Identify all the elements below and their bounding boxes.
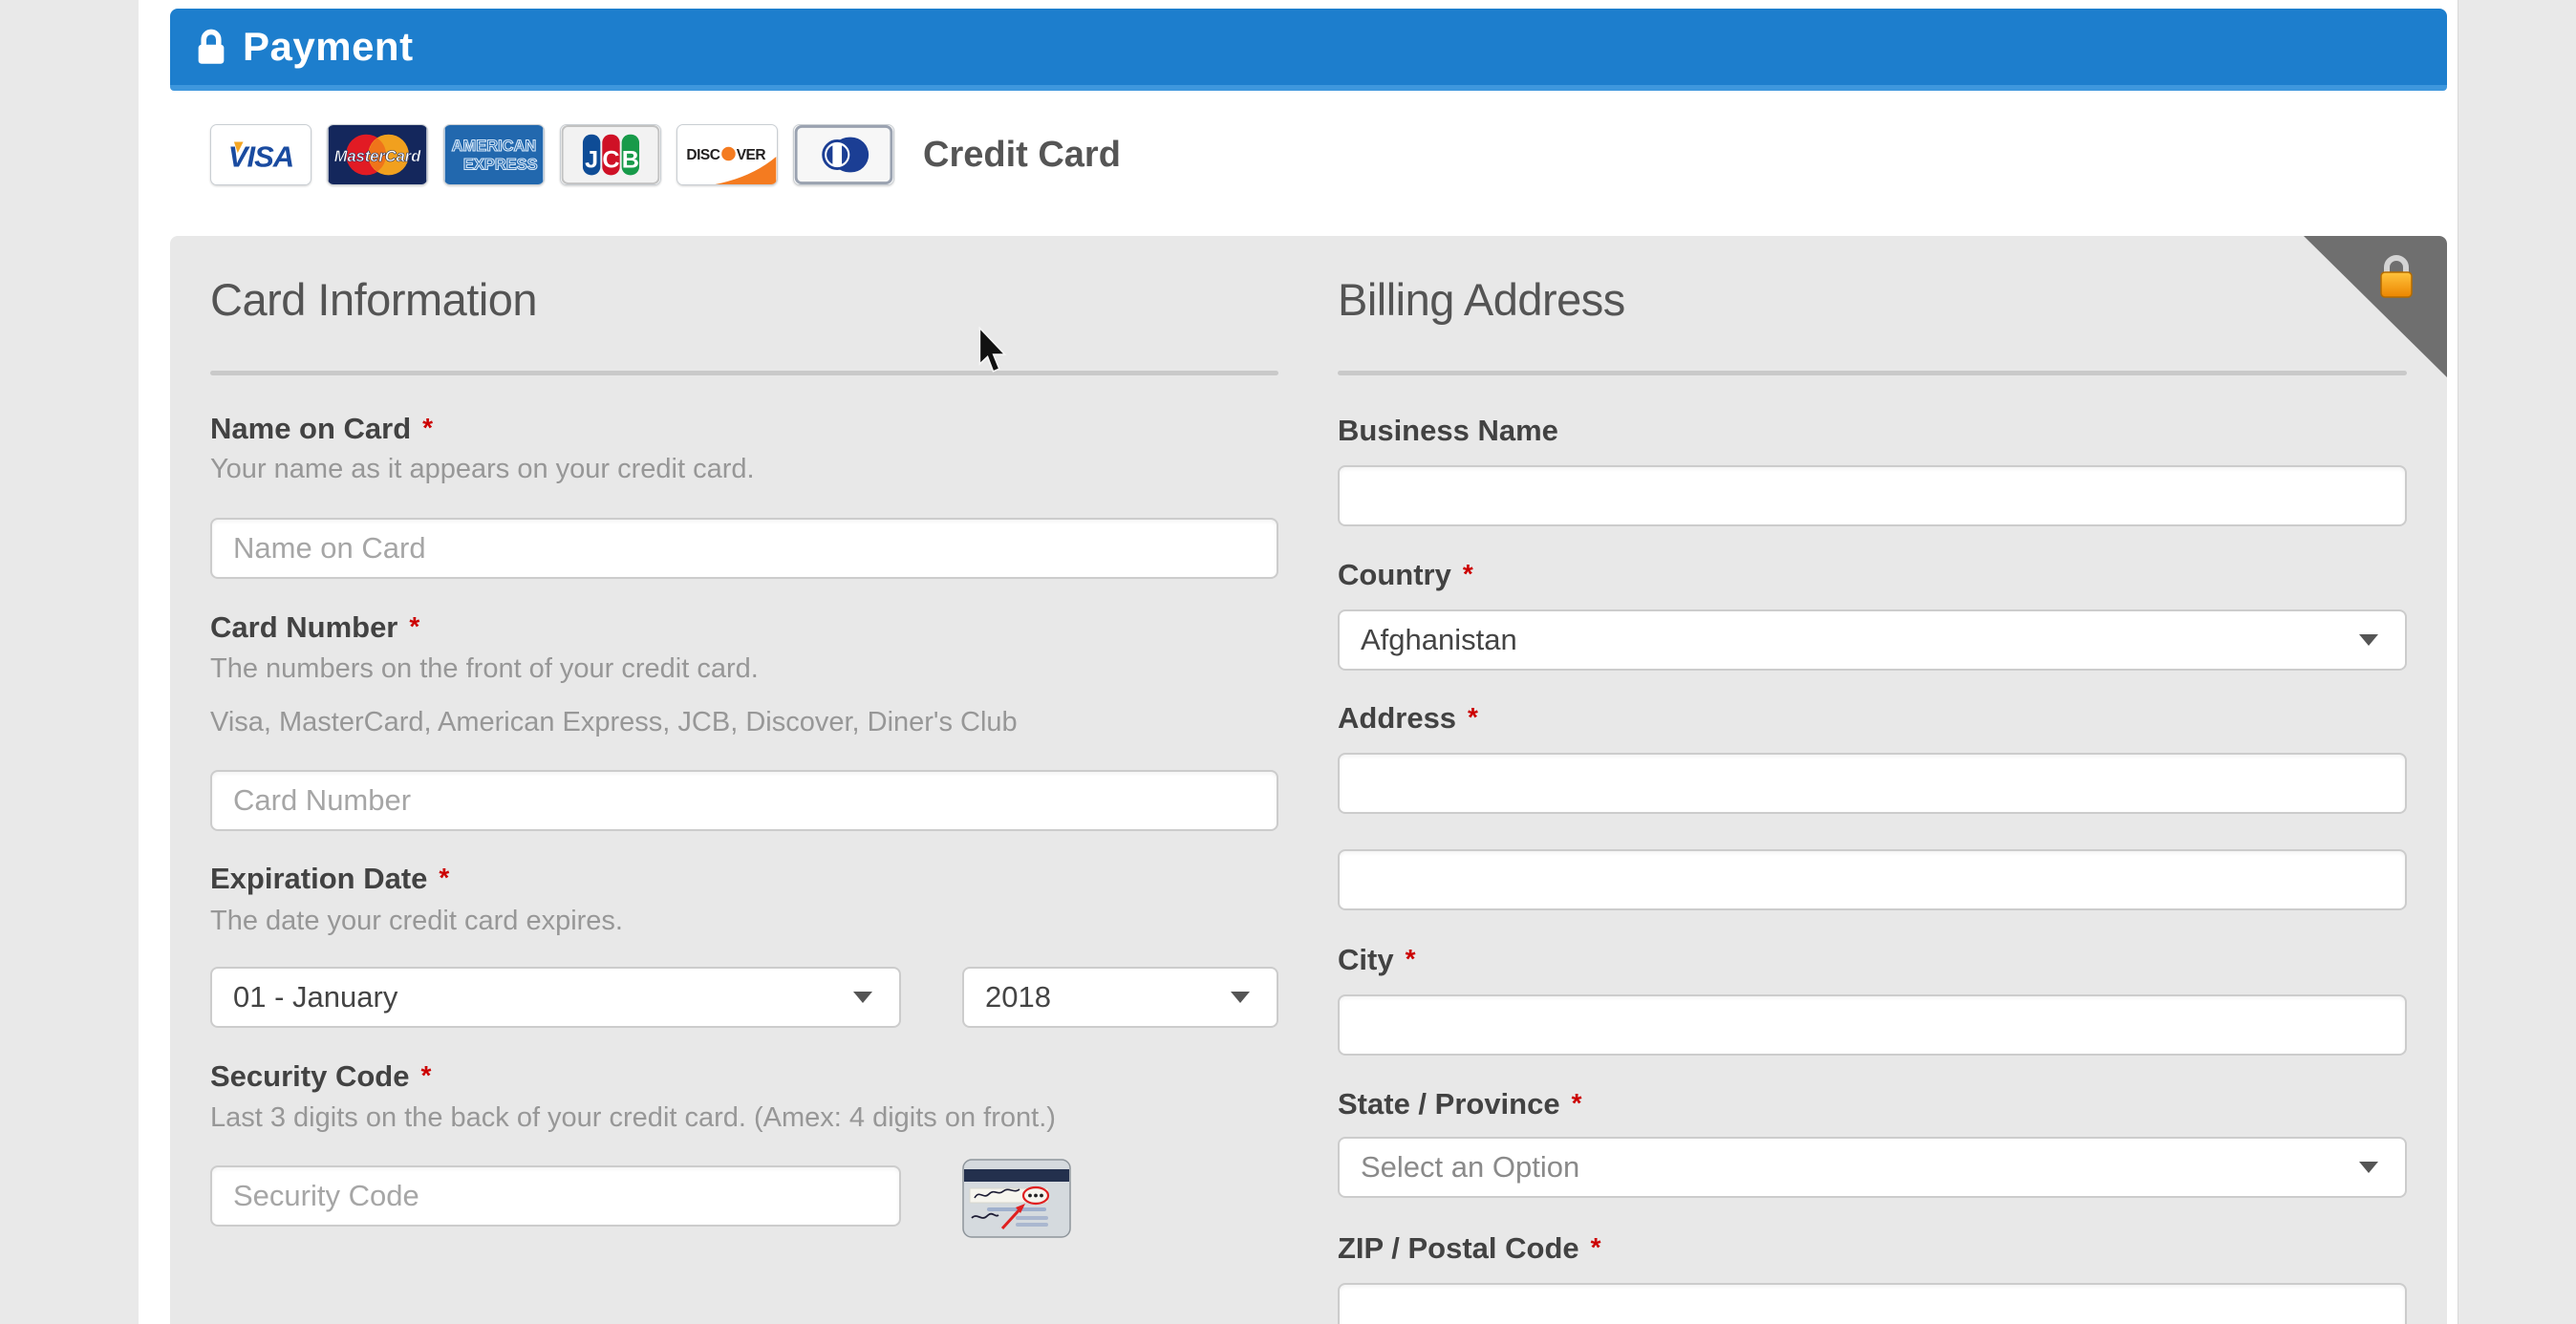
mastercard-icon: MasterCard	[327, 124, 428, 185]
required-asterisk: *	[439, 863, 450, 892]
required-asterisk: *	[409, 611, 420, 641]
business-name-input[interactable]	[1338, 465, 2407, 526]
payment-header: Payment	[170, 9, 2447, 91]
required-asterisk: *	[1462, 559, 1473, 588]
address-line2-input[interactable]	[1338, 849, 2407, 910]
credit-card-label: Credit Card	[923, 134, 1121, 175]
divider	[1338, 371, 2407, 375]
visa-icon: VISA	[210, 124, 311, 185]
svg-text:AMERICAN: AMERICAN	[452, 138, 537, 155]
security-code-input[interactable]	[210, 1165, 901, 1227]
required-asterisk: *	[422, 413, 434, 442]
name-on-card-help: Your name as it appears on your credit c…	[210, 454, 755, 484]
card-number-input[interactable]	[210, 770, 1278, 831]
required-asterisk: *	[1590, 1232, 1601, 1262]
svg-text:EXPRESS: EXPRESS	[463, 157, 538, 174]
card-number-label: Card Number *	[210, 610, 420, 644]
svg-text:B: B	[622, 147, 639, 174]
billing-address-heading: Billing Address	[1338, 274, 1625, 325]
svg-text:C: C	[602, 147, 619, 174]
required-asterisk: *	[420, 1060, 432, 1090]
svg-text:DISC: DISC	[686, 147, 719, 163]
american-express-icon: AMERICAN EXPRESS	[443, 124, 545, 185]
svg-text:MasterCard: MasterCard	[334, 148, 421, 165]
chevron-down-icon	[2359, 1162, 2378, 1173]
payment-form-panel: Card Information Name on Card * Your name…	[170, 236, 2447, 1324]
zip-postal-code-input[interactable]	[1338, 1283, 2407, 1324]
chevron-down-icon	[1231, 992, 1250, 1003]
card-number-accepted-list: Visa, MasterCard, American Express, JCB,…	[210, 707, 1018, 737]
name-on-card-label: Name on Card *	[210, 412, 434, 445]
address-line1-input[interactable]	[1338, 753, 2407, 814]
gold-lock-icon	[2380, 255, 2413, 298]
city-label: City *	[1338, 943, 1416, 976]
country-label: Country *	[1338, 558, 1473, 591]
accepted-cards-row: VISA MasterCard AMERICAN EXPRESS J C B D…	[210, 124, 1121, 185]
security-code-label: Security Code *	[210, 1059, 432, 1093]
business-name-label: Business Name	[1338, 414, 1558, 447]
expiration-month-select[interactable]: 01 - January	[210, 967, 901, 1028]
expiration-date-label: Expiration Date *	[210, 862, 450, 895]
expiration-year-select[interactable]: 2018	[962, 967, 1278, 1028]
svg-text:VISA: VISA	[228, 140, 293, 174]
jcb-icon: J C B	[560, 124, 661, 185]
country-select[interactable]: Afghanistan	[1338, 609, 2407, 671]
state-province-label: State / Province *	[1338, 1087, 1582, 1121]
required-asterisk: *	[1405, 944, 1416, 973]
svg-text:VER: VER	[737, 147, 766, 163]
city-input[interactable]	[1338, 994, 2407, 1056]
zip-postal-code-label: ZIP / Postal Code *	[1338, 1231, 1601, 1265]
required-asterisk: *	[1468, 702, 1478, 732]
state-province-select[interactable]: Select an Option	[1338, 1137, 2407, 1198]
address-label: Address *	[1338, 701, 1478, 735]
page-title: Payment	[243, 24, 414, 69]
expiration-date-help: The date your credit card expires.	[210, 906, 623, 936]
card-information-heading: Card Information	[210, 274, 538, 325]
mouse-cursor	[978, 327, 1007, 373]
page-content: Payment VISA MasterCard AMERICAN EXPRESS…	[139, 0, 2458, 1324]
security-code-card-image	[962, 1159, 1071, 1238]
name-on-card-input[interactable]	[210, 518, 1278, 579]
lock-icon	[198, 29, 225, 64]
security-code-help: Last 3 digits on the back of your credit…	[210, 1102, 1056, 1133]
required-asterisk: *	[1571, 1088, 1582, 1118]
chevron-down-icon	[853, 992, 872, 1003]
chevron-down-icon	[2359, 634, 2378, 646]
divider	[210, 371, 1278, 375]
discover-icon: DISC VER	[676, 124, 778, 185]
diners-club-icon	[793, 124, 894, 185]
svg-text:J: J	[585, 147, 598, 174]
card-number-help: The numbers on the front of your credit …	[210, 653, 759, 684]
